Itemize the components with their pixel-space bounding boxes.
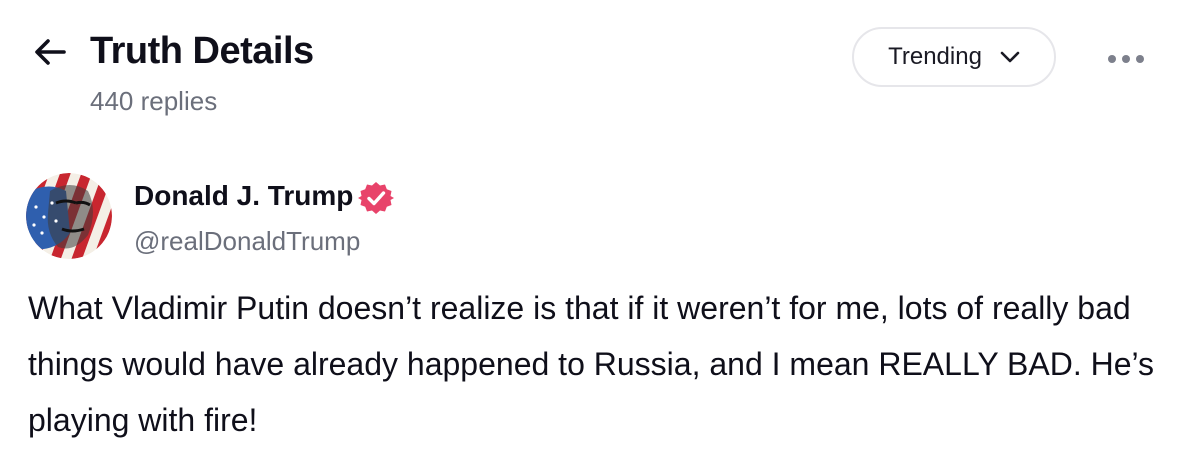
more-options-button[interactable] bbox=[1100, 44, 1152, 74]
post-text: What Vladimir Putin doesn’t realize is t… bbox=[28, 290, 1155, 438]
page-header: Truth Details 440 replies Trending bbox=[0, 0, 1202, 140]
chevron-down-icon bbox=[1000, 51, 1020, 63]
more-horizontal-icon-dot bbox=[1122, 55, 1130, 63]
author-name[interactable]: Donald J. Trump bbox=[134, 180, 353, 212]
more-horizontal-icon-dot bbox=[1136, 55, 1144, 63]
page-title: Truth Details bbox=[90, 30, 314, 72]
more-horizontal-icon bbox=[1108, 55, 1116, 63]
sort-dropdown[interactable]: Trending bbox=[852, 27, 1056, 87]
avatar[interactable] bbox=[26, 173, 112, 259]
verified-badge-icon bbox=[358, 182, 394, 214]
sort-selected-label: Trending bbox=[888, 43, 982, 70]
back-button[interactable] bbox=[30, 32, 70, 72]
author-handle[interactable]: @realDonaldTrump bbox=[134, 226, 360, 257]
replies-count: 440 replies bbox=[90, 86, 218, 116]
arrow-left-icon bbox=[35, 39, 66, 65]
